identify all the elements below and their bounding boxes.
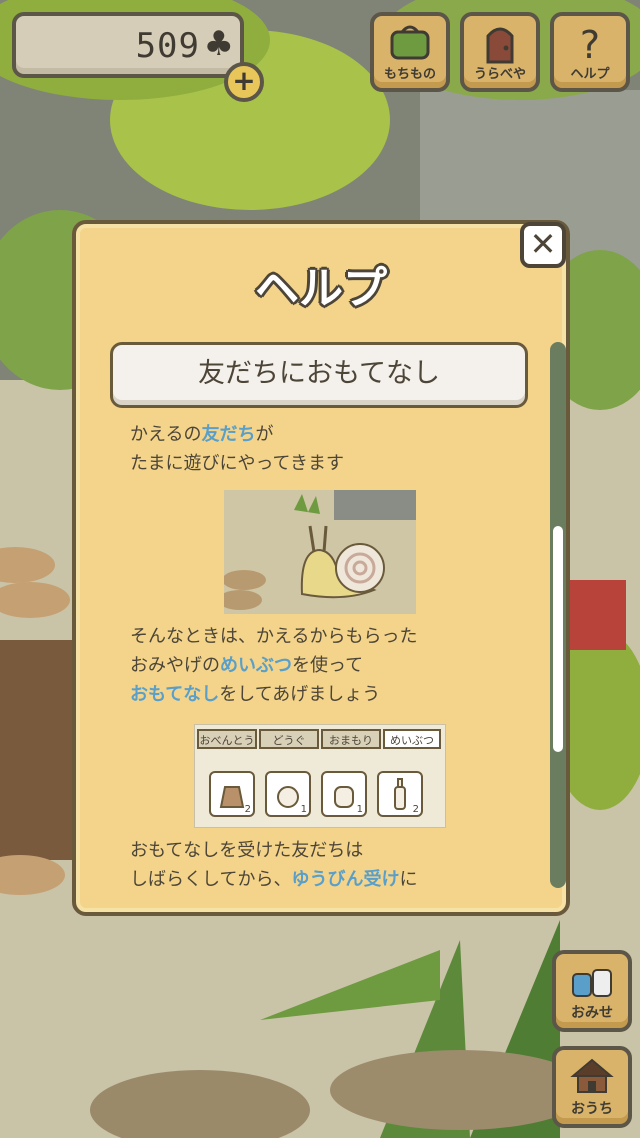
house-label: おうち [571,1101,613,1117]
scrollbar-thumb[interactable] [553,526,563,752]
highlight-friend: 友だち [201,424,256,445]
tab-specialty: めいぶつ [383,729,441,749]
paragraph-line: たまに遊びにやってきます [130,453,345,474]
shop-icon [556,960,628,1004]
paragraph-line: おもてなしをしてあげましょう [130,684,381,705]
help-button[interactable]: ? ヘルプ [550,12,630,92]
tab-lunch: おべんとう [197,729,257,749]
highlight-specialty: めいぶつ [220,655,292,676]
inventory-tabs-preview: おべんとう どうぐ おまもり めいぶつ 2 1 1 2 [194,724,446,828]
item-slot: 2 [377,771,423,817]
highlight-mailbox: ゆうびん受け [291,869,400,888]
snail-illustration [224,490,416,614]
add-clover-button[interactable]: + [224,62,264,102]
back-room-label: うらべや [473,67,526,82]
section-title: 友だちにおもてなし [198,358,440,389]
shop-label: おみせ [571,1005,613,1021]
inventory-button[interactable]: もちもの [370,12,450,92]
bag-icon [374,22,446,66]
item-slot: 2 [209,771,255,817]
close-button[interactable]: ✕ [520,222,566,268]
svg-text:?: ? [580,23,600,64]
clover-counter: 509 ♣ [12,12,244,78]
back-room-button[interactable]: うらべや [460,12,540,92]
clover-icon: ♣ [203,24,234,64]
paragraph-line: そんなときは、かえるからもらった [130,626,418,647]
help-label: ヘルプ [570,67,610,82]
paragraph-line: おもてなしを受けた友だちは [130,840,364,861]
paragraph-line: おみやげのめいぶつを使って [130,655,364,676]
clover-count: 509 [135,26,200,66]
inventory-label: もちもの [383,67,436,82]
paragraph-line: しばらくしてから、ゆうびん受けに [130,869,418,888]
highlight-hospitality: おもてなし [130,684,220,705]
tab-charms: おまもり [321,729,381,749]
door-icon [464,22,536,68]
help-content[interactable]: 友だちにおもてなし かえるの友だちが たまに遊びにやってきます そんなときは、か… [110,342,530,888]
section-header: 友だちにおもてなし [110,342,528,408]
question-icon: ? [554,22,626,68]
item-slot: 1 [265,771,311,817]
tab-tools: どうぐ [259,729,319,749]
item-slot: 1 [321,771,367,817]
shop-button[interactable]: おみせ [552,950,632,1032]
paragraph-line: かえるの友だちが [130,424,274,445]
house-icon [556,1056,628,1100]
house-button[interactable]: おうち [552,1046,632,1128]
dialog-title: ヘルプ [255,263,387,314]
